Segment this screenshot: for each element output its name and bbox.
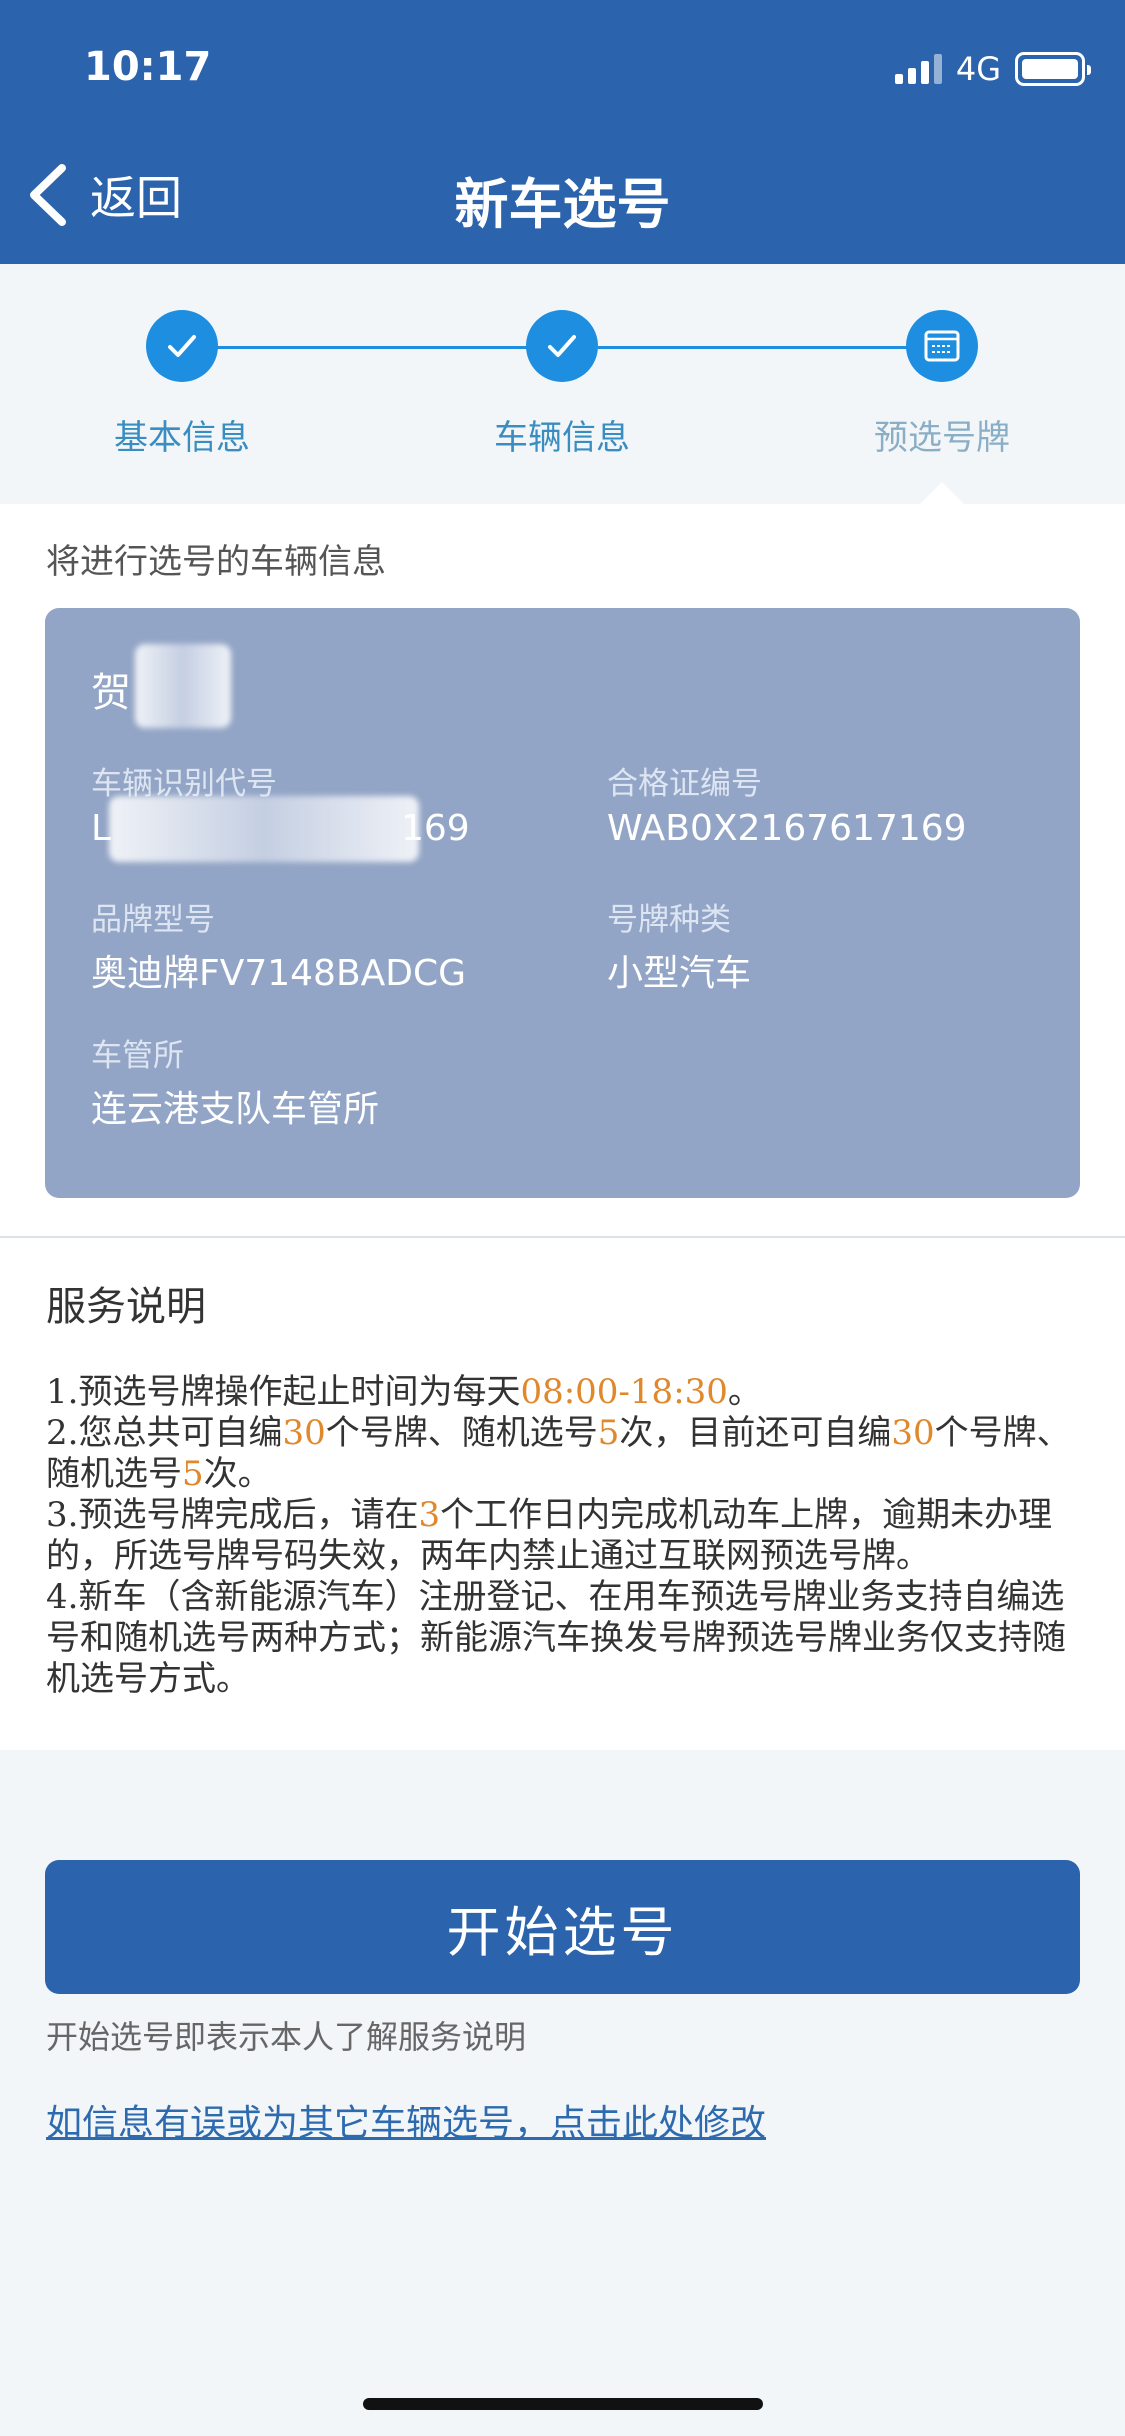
certificate-label: 合格证编号	[607, 766, 762, 802]
brand-value: 奥迪牌FV7148BADCG	[91, 953, 467, 994]
redaction-blur	[109, 796, 419, 862]
note-item: 1.预选号牌操作起止时间为每天08:00-18:30。	[46, 1372, 762, 1412]
consent-hint: 开始选号即表示本人了解服务说明	[46, 2018, 527, 2056]
network-type: 4G	[955, 50, 1001, 88]
plate-form-icon	[906, 310, 978, 382]
vehicle-section: 将进行选号的车辆信息 贺 车辆识别代号 L 169 合格证编号 WAB0X216…	[0, 504, 1125, 1238]
service-notes: 1.预选号牌操作起止时间为每天08:00-18:30。 2.您总共可自编30个号…	[46, 1372, 1086, 1700]
signal-icon	[894, 54, 942, 84]
check-icon	[526, 310, 598, 382]
status-indicators: 4G	[894, 50, 1091, 88]
step-label: 预选号牌	[874, 418, 1010, 458]
plate-type-value: 小型汽车	[607, 953, 752, 994]
note-item: 4.新车（含新能源汽车）注册登记、在用车预选号牌业务支持自编选号和随机选号两种方…	[46, 1577, 1066, 1699]
step-vehicle-info: 车辆信息	[432, 310, 692, 459]
office-value: 连云港支队车管所	[91, 1089, 380, 1130]
plate-type-label: 号牌种类	[607, 902, 731, 938]
service-section: 服务说明 1.预选号牌操作起止时间为每天08:00-18:30。 2.您总共可自…	[0, 1238, 1125, 1750]
app-header: 10:17 4G 返回 新车选号	[0, 0, 1125, 264]
page-title: 新车选号	[454, 173, 671, 236]
service-title: 服务说明	[46, 1284, 206, 1330]
certificate-value: WAB0X2167617169	[607, 808, 967, 849]
note-item: 3.预选号牌完成后，请在3个工作日内完成机动车上牌，逾期未办理的，所选号牌号码失…	[46, 1495, 1053, 1576]
modify-info-link[interactable]: 如信息有误或为其它车辆选号，点击此处修改	[46, 2094, 766, 2146]
section-caption: 将进行选号的车辆信息	[46, 542, 386, 582]
note-item: 2.您总共可自编30个号牌、随机选号5次，目前还可自编30个号牌、随机选号5次。	[46, 1413, 1071, 1494]
vehicle-card: 贺 车辆识别代号 L 169 合格证编号 WAB0X2167617169 品牌型…	[45, 608, 1080, 1198]
step-preselect-plate: 预选号牌	[812, 310, 1072, 459]
check-icon	[146, 310, 218, 382]
brand-label: 品牌型号	[91, 902, 215, 938]
step-label: 基本信息	[114, 418, 250, 458]
step-pointer	[920, 482, 964, 504]
step-label: 车辆信息	[494, 418, 630, 458]
redaction-blur	[135, 644, 231, 728]
battery-icon	[1015, 52, 1091, 86]
owner-name: 贺	[91, 670, 131, 716]
status-time: 10:17	[84, 44, 212, 90]
step-basic-info: 基本信息	[52, 310, 312, 459]
office-label: 车管所	[91, 1038, 184, 1074]
start-selection-button[interactable]: 开始选号	[45, 1860, 1080, 1994]
progress-steps: 基本信息 车辆信息 预选号牌	[0, 264, 1125, 504]
home-indicator[interactable]	[363, 2398, 763, 2410]
